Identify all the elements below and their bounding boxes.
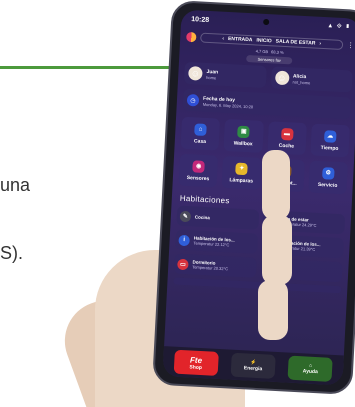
more-menu-icon[interactable]: ⋮: [347, 41, 354, 49]
nav-label: Energia: [243, 365, 263, 373]
memory-chip: 4,7 GB: [255, 48, 269, 55]
kitchen-icon: ✎: [179, 210, 192, 222]
tile-tiempo[interactable]: ☁ Tiempo: [310, 123, 350, 158]
info-icon: i: [178, 234, 190, 246]
smartphone: 10:28 ▲ ⟐ ▮ ‹ ENTRADA INICIO SALA DE EST…: [152, 0, 355, 395]
nav-shop[interactable]: Fte Shop: [173, 349, 219, 376]
nav-label: Shop: [189, 363, 203, 371]
nav-energia[interactable]: ⚡ Energia: [230, 352, 276, 379]
tile-label: Lámparas: [229, 176, 254, 185]
bottom-nav: Fte Shop ⚡ Energia ⌂ Ayuda: [162, 346, 344, 386]
tile-lamparas[interactable]: ✦ Lámparas: [221, 155, 262, 190]
tile-label: Casa: [193, 137, 207, 145]
charger-icon: ▣: [237, 125, 251, 138]
lamp-icon: ✦: [235, 162, 249, 175]
tile-servicio[interactable]: ⚙ Servicio: [308, 160, 348, 195]
room-name: Cocina: [194, 214, 211, 220]
room-temp: Temperatur 20.32°C: [192, 264, 229, 272]
forward-chevron-icon[interactable]: ›: [319, 41, 321, 47]
user-card-juan[interactable]: ☺ Juan home: [183, 61, 267, 89]
user-status: not_home: [292, 78, 311, 85]
finger-2: [262, 215, 292, 285]
breadcrumb-inicio[interactable]: INICIO: [256, 37, 272, 44]
avatar-alicia: ☺: [274, 70, 290, 86]
green-divider-line: [0, 66, 188, 69]
room-habitacion-1[interactable]: i Habitación de los... Temperatur 22.12°C: [175, 229, 259, 254]
weather-icon: ☁: [323, 129, 337, 143]
cpu-chip: 68,3 %: [271, 49, 284, 55]
user-card-alicia[interactable]: ☺ Alicia not_home: [270, 66, 353, 93]
room-dormitorio[interactable]: ▭ Dormitorio Temperatur 20.32°C: [173, 253, 257, 278]
rooms-grid: ✎Cocina ▬Sala de estarTemperatur 24.29°C…: [168, 205, 351, 283]
avatar-juan: ☺: [188, 65, 203, 81]
status-icons: ▲ ⟐ ▮: [327, 22, 352, 30]
status-time: 10:28: [191, 15, 210, 24]
nav-ayuda[interactable]: ⌂ Ayuda: [287, 355, 334, 382]
room-cocina[interactable]: ✎ Cocina: [176, 205, 260, 230]
back-chevron-icon[interactable]: ‹: [222, 36, 224, 42]
finger-3: [258, 280, 288, 340]
tile-label: Sensores: [186, 174, 210, 182]
tile-wallbox[interactable]: ▣ Wallbox: [223, 118, 264, 153]
service-icon: ⚙: [321, 166, 335, 180]
nav-label: Ayuda: [302, 368, 318, 376]
user-row: ☺ Juan home ☺ Alicia not_home: [178, 58, 355, 93]
tile-label: Tiempo: [320, 144, 339, 152]
background-text-1: una: [0, 175, 31, 195]
car-icon: ▬: [280, 127, 294, 141]
breadcrumb-sala[interactable]: SALA DE ESTAR: [276, 39, 316, 47]
tile-label: Servicio: [317, 181, 338, 189]
sensor-icon: ◉: [192, 159, 205, 173]
finger-1: [262, 150, 290, 220]
tile-label: Coche: [278, 142, 295, 150]
tile-sensores[interactable]: ◉ Sensores: [178, 153, 219, 188]
bed-icon: ▭: [177, 258, 189, 270]
user-status: home: [206, 74, 217, 80]
breadcrumb-entrada[interactable]: ENTRADA: [228, 36, 253, 43]
tile-label: Wallbox: [233, 139, 253, 147]
tile-casa[interactable]: ⌂ Casa: [180, 116, 221, 151]
home-icon: ⌂: [194, 122, 207, 136]
app-logo-icon[interactable]: [186, 31, 197, 43]
calendar-icon: ◷: [186, 93, 200, 107]
background-text-2: S).: [0, 243, 24, 263]
room-temp: Temperatur 22.12°C: [193, 240, 230, 248]
